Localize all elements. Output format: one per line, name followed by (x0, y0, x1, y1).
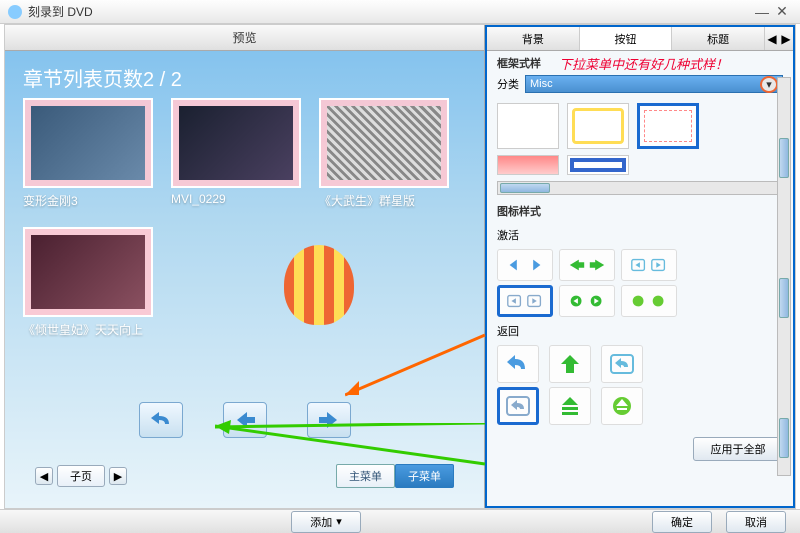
chapter-page-title: 章节列表页数2 / 2 (5, 51, 484, 98)
icon-style-option[interactable] (559, 285, 615, 317)
return-icon-option[interactable] (497, 345, 539, 383)
frame-style-heading: 框架式样 (487, 51, 551, 75)
titlebar: 刻录到 DVD — ✕ (0, 0, 800, 24)
cancel-button[interactable]: 取消 (726, 511, 786, 533)
frame-option[interactable] (567, 103, 629, 149)
return-icon-option[interactable] (497, 387, 539, 425)
page-prev-button[interactable]: ◀ (35, 467, 53, 485)
tab-title[interactable]: 标题 (672, 27, 765, 50)
page-label: 子页 (57, 465, 105, 487)
main-menu-tab[interactable]: 主菜单 (336, 464, 395, 488)
apply-all-button[interactable]: 应用于全部 (693, 437, 783, 461)
icon-style-option[interactable] (621, 249, 677, 281)
annotation-text: 下拉菜单中还有好几种式样！ (551, 52, 736, 75)
footer-bar: 添加▾ 确定 取消 (0, 509, 800, 533)
return-icon-option[interactable] (549, 387, 591, 425)
settings-pane: 背景 按钮 标题 ◀ ▶ 框架式样 下拉菜单中还有好几种式样！ 分类 Misc (485, 25, 795, 508)
return-button[interactable] (139, 402, 183, 438)
icon-style-option[interactable] (497, 249, 553, 281)
return-label: 返回 (497, 321, 783, 341)
chapter-item[interactable]: MVI_0229 (171, 98, 301, 209)
frame-option[interactable] (637, 103, 699, 149)
tab-scroll-right[interactable]: ▶ (779, 27, 793, 50)
chapter-item[interactable]: 变形金刚3 (23, 98, 153, 209)
window-title: 刻录到 DVD (28, 3, 93, 20)
return-icon-option[interactable] (601, 387, 643, 425)
icon-style-heading: 图标样式 (487, 199, 793, 223)
dropdown-icon: ▾ (336, 515, 342, 528)
add-button[interactable]: 添加▾ (291, 511, 361, 533)
icon-style-option[interactable] (621, 285, 677, 317)
next-button[interactable] (307, 402, 351, 438)
return-icon-option[interactable] (601, 345, 643, 383)
frame-option[interactable] (567, 155, 629, 175)
activate-label: 激活 (497, 225, 783, 245)
prev-button[interactable] (223, 402, 267, 438)
category-label: 分类 (497, 76, 519, 92)
chapter-item[interactable]: 《大武生》群星版 (319, 98, 449, 209)
tab-button[interactable]: 按钮 (580, 27, 673, 50)
balloon-image (274, 245, 364, 355)
minimize-button[interactable]: — (752, 4, 772, 20)
sub-menu-tab[interactable]: 子菜单 (395, 464, 454, 488)
chapter-item[interactable]: 《倾世皇妃》天天向上 (23, 227, 153, 338)
tab-background[interactable]: 背景 (487, 27, 580, 50)
preview-tab[interactable]: 预览 (5, 25, 484, 51)
tab-scroll-left[interactable]: ◀ (765, 27, 779, 50)
ok-button[interactable]: 确定 (652, 511, 712, 533)
frame-option[interactable] (497, 155, 559, 175)
category-select[interactable]: Misc (525, 75, 783, 93)
icon-style-option[interactable] (559, 249, 615, 281)
icon-style-option[interactable] (497, 285, 553, 317)
frame-option[interactable] (497, 103, 559, 149)
return-icon-option[interactable] (549, 345, 591, 383)
frame-scrollbar[interactable] (497, 181, 783, 195)
close-button[interactable]: ✕ (772, 3, 792, 20)
vertical-scrollbar[interactable] (777, 77, 791, 476)
app-icon (8, 5, 22, 19)
preview-pane: 预览 章节列表页数2 / 2 变形金刚3 MVI_0229 《大武生》群星版 《… (5, 25, 485, 508)
page-navigator: ◀ 子页 ▶ (35, 465, 127, 487)
page-next-button[interactable]: ▶ (109, 467, 127, 485)
